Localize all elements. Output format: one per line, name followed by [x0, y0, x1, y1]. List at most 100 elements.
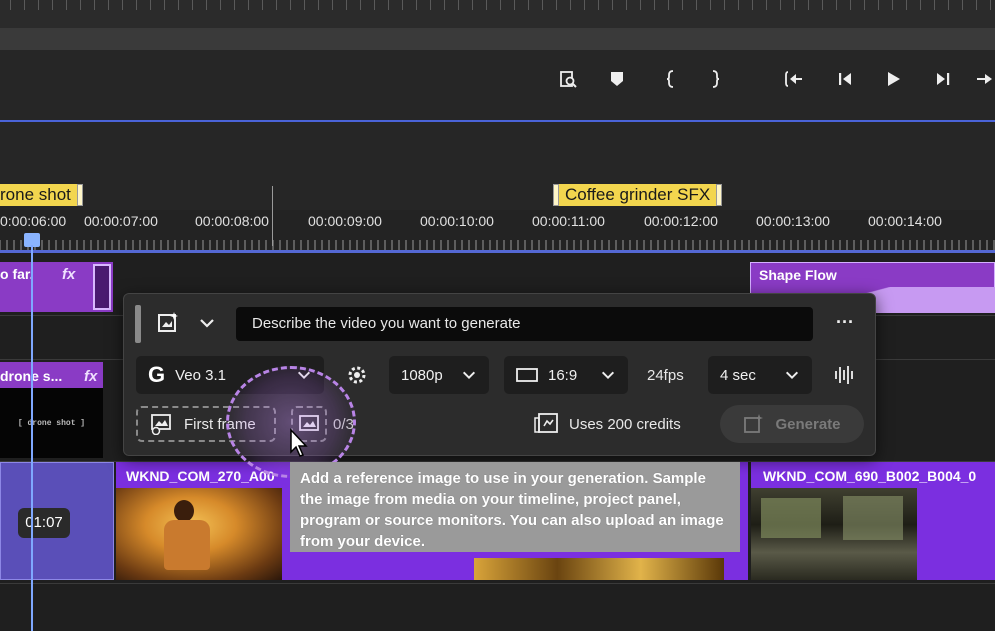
ruler-tick	[794, 0, 795, 10]
ruler-tick	[164, 0, 165, 10]
ruler-tick	[822, 0, 823, 10]
ruler-tick	[556, 0, 557, 10]
clip-label: WKND_COM_270_A00	[126, 468, 275, 484]
out-point-icon[interactable]	[702, 66, 730, 92]
fps-label: 24fps	[647, 367, 684, 384]
ruler-tick	[808, 0, 809, 10]
ruler-tick	[836, 0, 837, 10]
timecode-label: 00:00:08:00	[195, 213, 269, 229]
time-ruler[interactable]	[0, 236, 995, 250]
timecode-label: 0:00:06:00	[0, 213, 67, 229]
ruler-tick	[738, 0, 739, 10]
clip-v2-left[interactable]: drone s... fx [ drone shot ]	[0, 362, 103, 458]
top-ruler-strip	[0, 0, 995, 28]
play-icon[interactable]	[879, 66, 907, 92]
panel-drag-handle[interactable]	[135, 305, 141, 343]
resolution-dropdown[interactable]: 1080p	[389, 356, 489, 394]
credits-label: Uses 200 credits	[569, 416, 681, 433]
clip-v1-left[interactable]: 01:07	[0, 462, 114, 580]
ruler-tick	[192, 0, 193, 10]
more-options-button[interactable]: ···	[836, 312, 854, 333]
ruler-tick	[276, 0, 277, 10]
marker-edge[interactable]	[553, 184, 559, 206]
prompt-input[interactable]: Describe the video you want to generate	[236, 307, 813, 341]
track-separator	[0, 583, 995, 584]
ruler-tick	[388, 0, 389, 10]
clip-label: WKND_COM_690_B002_B004_0	[763, 468, 977, 484]
ruler-tick	[906, 0, 907, 10]
first-frame-label: First frame	[184, 415, 256, 433]
marker-label: Coffee grinder SFX	[565, 185, 711, 204]
mouse-cursor-icon	[289, 428, 309, 458]
ruler-tick	[528, 0, 529, 10]
thumbnail-figure	[174, 500, 194, 522]
ruler-tick	[752, 0, 753, 10]
settings-gear-icon[interactable]	[344, 362, 370, 388]
timecode-label: 00:00:09:00	[308, 213, 382, 229]
ruler-tick	[66, 0, 67, 10]
aspect-ratio-icon	[516, 368, 538, 382]
ruler-tick	[150, 0, 151, 10]
chevron-down-icon	[600, 367, 616, 383]
marker-drone-shot[interactable]: rone shot	[0, 184, 83, 206]
go-to-out-icon[interactable]	[975, 66, 995, 92]
step-back-icon[interactable]	[831, 66, 859, 92]
chevron-down-icon[interactable]	[198, 314, 216, 332]
marker-area	[0, 122, 995, 210]
ruler-tick	[850, 0, 851, 10]
ruler-tick	[542, 0, 543, 10]
timecode-label: 00:00:11:00	[532, 213, 605, 229]
ruler-tick	[864, 0, 865, 10]
ruler-tick	[976, 0, 977, 10]
ruler-tick	[206, 0, 207, 10]
duration-badge: 01:07	[18, 508, 70, 538]
timecode-label: 00:00:07:00	[84, 213, 158, 229]
ruler-tick	[948, 0, 949, 10]
google-logo-icon: G	[148, 362, 166, 387]
generate-sparkle-icon	[743, 413, 765, 435]
fx-badge[interactable]: fx	[84, 368, 97, 385]
ruler-tick	[458, 0, 459, 10]
marker-edge[interactable]	[76, 184, 83, 206]
ruler-tick	[892, 0, 893, 10]
clip-thumbnail	[116, 488, 282, 580]
thumbnail-window	[843, 496, 903, 540]
ruler-tick	[262, 0, 263, 10]
inspect-icon[interactable]	[554, 66, 582, 92]
ruler-tick	[696, 0, 697, 10]
ruler-tick	[304, 0, 305, 10]
ruler-tick	[332, 0, 333, 10]
in-point-icon[interactable]	[656, 66, 684, 92]
generative-video-icon[interactable]	[156, 311, 180, 335]
step-forward-icon[interactable]	[929, 66, 957, 92]
clip-v1-right[interactable]: WKND_COM_690_B002_B004_0	[751, 462, 995, 580]
marker-edge[interactable]	[716, 184, 723, 206]
marker-coffee-grinder[interactable]: Coffee grinder SFX	[553, 184, 723, 206]
ruler-tick	[444, 0, 445, 10]
duration-dropdown[interactable]: 4 sec	[708, 356, 812, 394]
generate-button[interactable]: Generate	[720, 405, 864, 443]
marker-icon[interactable]	[603, 66, 631, 92]
fx-badge[interactable]: fx	[62, 266, 75, 283]
ruler-tick	[682, 0, 683, 10]
thumbnail-window	[761, 498, 821, 538]
ruler-tick	[724, 0, 725, 10]
ruler-tick	[990, 0, 991, 10]
panel-divider[interactable]	[0, 28, 995, 50]
ruler-tick	[248, 0, 249, 10]
transition-handle[interactable]	[93, 264, 111, 310]
playhead-line[interactable]	[31, 245, 33, 631]
aspect-ratio-dropdown[interactable]: 16:9	[504, 356, 628, 394]
first-frame-button[interactable]: First frame	[136, 406, 276, 442]
ruler-tick	[52, 0, 53, 10]
clip-thumbnail: [ drone shot ]	[0, 388, 103, 458]
go-to-in-icon[interactable]	[780, 66, 808, 92]
resolution-label: 1080p	[401, 366, 443, 384]
ruler-tick	[934, 0, 935, 10]
model-label: Veo 3.1	[175, 366, 227, 384]
audio-waveform-icon[interactable]	[833, 363, 857, 387]
timecode-label: 00:00:14:00	[868, 213, 942, 229]
model-dropdown[interactable]: G Veo 3.1	[136, 356, 324, 394]
ruler-tick	[668, 0, 669, 10]
clip-v3-left[interactable]: o far. fx	[0, 262, 113, 312]
